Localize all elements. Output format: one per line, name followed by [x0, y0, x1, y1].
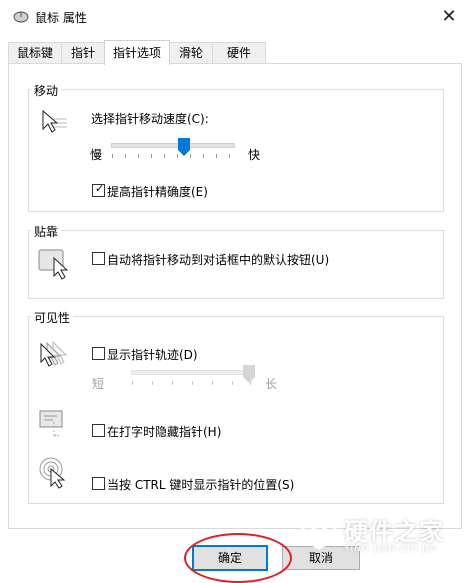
hide-pointer-icon — [39, 410, 63, 439]
title-bar: 鼠标 属性 ✕ — [0, 0, 470, 34]
watermark-text: 硬件之家 — [344, 518, 444, 546]
check-icon: ✓ — [95, 182, 105, 195]
speed-slow-label: 慢 — [90, 148, 103, 162]
ctrl-locate-label: 当按 CTRL 键时显示指针的位置(S) — [107, 478, 295, 492]
speed-label: 选择指针移动速度(C): — [91, 112, 209, 126]
watermark-subtext: YING JIAN ZHI JIA — [344, 544, 437, 554]
snap-label: 自动将指针移动到对话框中的默认按钮(U) — [107, 253, 330, 267]
visibility-group-title: 可见性 — [31, 309, 74, 326]
trails-label: 显示指针轨迹(D) — [107, 348, 198, 362]
trails-slider-thumb[interactable] — [243, 365, 255, 383]
tab-wheel[interactable]: 滑轮 — [169, 42, 213, 64]
pointer-trails-icon — [40, 341, 68, 367]
ctrl-locate-checkbox[interactable] — [92, 477, 105, 490]
snap-group: 贴靠 自动将指针移动到对话框中的默认按钮(U) — [28, 223, 444, 299]
snap-group-title: 贴靠 — [31, 223, 62, 240]
highlight-ellipse — [184, 533, 292, 583]
tab-pointer-options[interactable]: 指针选项 — [104, 40, 170, 65]
tab-panel: 移动 选择指针移动速度(C): 慢 快 ✓ 提高指针精确度(E) 贴靠 自动将指… — [8, 63, 462, 529]
snap-to-icon — [38, 249, 69, 280]
motion-group: 移动 选择指针移动速度(C): 慢 快 ✓ 提高指针精确度(E) — [28, 82, 444, 212]
watermark: 硬件之家 YING JIAN ZHI JIA — [300, 510, 465, 578]
speed-slider[interactable] — [111, 138, 235, 160]
precision-label: 提高指针精确度(E) — [107, 185, 208, 199]
precision-checkbox[interactable]: ✓ — [92, 182, 105, 197]
trails-checkbox[interactable] — [92, 347, 105, 360]
close-button[interactable]: ✕ — [434, 4, 464, 30]
speed-slider-thumb[interactable] — [178, 138, 191, 156]
hide-while-typing-label: 在打字时隐藏指针(H) — [107, 425, 222, 439]
trails-long-label: 长 — [265, 377, 278, 391]
trails-slider[interactable] — [131, 365, 257, 387]
trails-short-label: 短 — [92, 377, 105, 391]
visibility-group: 可见性 显示指针轨迹(D) 短 长 在打字时隐藏指针(H) 当按 CTRL 键时… — [28, 309, 444, 504]
motion-group-title: 移动 — [31, 82, 62, 99]
pointer-speed-icon — [42, 109, 67, 133]
locate-pointer-icon — [39, 457, 66, 489]
tab-pointers[interactable]: 指针 — [61, 42, 105, 64]
tab-hardware[interactable]: 硬件 — [212, 42, 266, 64]
snap-checkbox[interactable] — [92, 252, 105, 265]
speed-fast-label: 快 — [248, 148, 261, 162]
window-title: 鼠标 属性 — [35, 11, 87, 25]
hide-while-typing-checkbox[interactable] — [92, 424, 105, 437]
watermark-logo-icon — [301, 512, 337, 550]
tab-buttons[interactable]: 鼠标键 — [8, 42, 62, 64]
mouse-icon — [13, 11, 29, 23]
